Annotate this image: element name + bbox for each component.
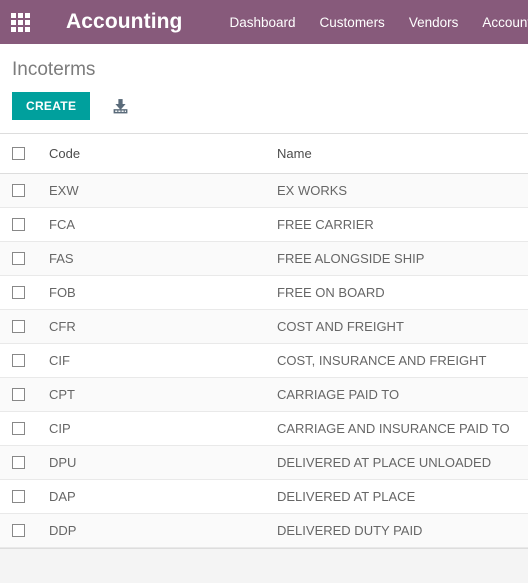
table-row[interactable]: FAS FREE ALONGSIDE SHIP xyxy=(0,242,528,276)
import-records-button[interactable] xyxy=(110,96,130,116)
list-view: Code Name EXW EX WORKS FCA FREE CARRIER … xyxy=(0,134,528,583)
select-all-cell xyxy=(0,134,49,174)
breadcrumb: Incoterms xyxy=(12,44,516,84)
row-select-cell xyxy=(0,480,49,514)
row-checkbox[interactable] xyxy=(12,490,25,503)
cell-name: DELIVERED DUTY PAID xyxy=(277,514,528,548)
row-select-cell xyxy=(0,242,49,276)
nav-item-dashboard[interactable]: Dashboard xyxy=(230,15,296,30)
cell-code: FOB xyxy=(49,276,277,310)
row-checkbox[interactable] xyxy=(12,456,25,469)
column-header-name[interactable]: Name xyxy=(277,134,528,174)
nav-item-customers[interactable]: Customers xyxy=(320,15,385,30)
row-checkbox[interactable] xyxy=(12,388,25,401)
cell-name: FREE CARRIER xyxy=(277,208,528,242)
row-checkbox[interactable] xyxy=(12,320,25,333)
cell-code: CIF xyxy=(49,344,277,378)
cell-code: FAS xyxy=(49,242,277,276)
row-select-cell xyxy=(0,310,49,344)
control-panel: Incoterms CREATE xyxy=(0,44,528,134)
cell-code: DDP xyxy=(49,514,277,548)
list-footer-filler xyxy=(0,548,528,583)
cell-name: COST, INSURANCE AND FREIGHT xyxy=(277,344,528,378)
table-row[interactable]: DAP DELIVERED AT PLACE xyxy=(0,480,528,514)
table-row[interactable]: CIP CARRIAGE AND INSURANCE PAID TO xyxy=(0,412,528,446)
table-header-row: Code Name xyxy=(0,134,528,174)
control-panel-buttons: CREATE xyxy=(12,84,516,133)
cell-name: FREE ALONGSIDE SHIP xyxy=(277,242,528,276)
row-select-cell xyxy=(0,514,49,548)
cell-code: CFR xyxy=(49,310,277,344)
cell-code: CPT xyxy=(49,378,277,412)
cell-name: DELIVERED AT PLACE UNLOADED xyxy=(277,446,528,480)
incoterms-table: Code Name EXW EX WORKS FCA FREE CARRIER … xyxy=(0,134,528,548)
cell-name: CARRIAGE PAID TO xyxy=(277,378,528,412)
cell-code: EXW xyxy=(49,174,277,208)
cell-name: DELIVERED AT PLACE xyxy=(277,480,528,514)
row-checkbox[interactable] xyxy=(12,524,25,537)
cell-code: DAP xyxy=(49,480,277,514)
main-menu: Dashboard Customers Vendors Accounting xyxy=(230,15,528,30)
row-select-cell xyxy=(0,344,49,378)
app-brand-title: Accounting xyxy=(66,10,183,34)
row-checkbox[interactable] xyxy=(12,184,25,197)
table-row[interactable]: CPT CARRIAGE PAID TO xyxy=(0,378,528,412)
nav-item-accounting[interactable]: Accounting xyxy=(482,15,528,30)
apps-menu-button[interactable] xyxy=(0,0,42,44)
cell-name: CARRIAGE AND INSURANCE PAID TO xyxy=(277,412,528,446)
table-body: EXW EX WORKS FCA FREE CARRIER FAS FREE A… xyxy=(0,174,528,548)
create-button[interactable]: CREATE xyxy=(12,92,90,120)
page-title: Incoterms xyxy=(12,58,95,82)
cell-code: DPU xyxy=(49,446,277,480)
import-download-icon xyxy=(112,98,129,115)
row-select-cell xyxy=(0,412,49,446)
cell-name: EX WORKS xyxy=(277,174,528,208)
row-checkbox[interactable] xyxy=(12,286,25,299)
table-header: Code Name xyxy=(0,134,528,174)
row-select-cell xyxy=(0,276,49,310)
row-select-cell xyxy=(0,446,49,480)
table-row[interactable]: CIF COST, INSURANCE AND FREIGHT xyxy=(0,344,528,378)
row-select-cell xyxy=(0,378,49,412)
cell-name: FREE ON BOARD xyxy=(277,276,528,310)
nav-item-vendors[interactable]: Vendors xyxy=(409,15,459,30)
top-navbar: Accounting Dashboard Customers Vendors A… xyxy=(0,0,528,44)
table-row[interactable]: FOB FREE ON BOARD xyxy=(0,276,528,310)
select-all-checkbox[interactable] xyxy=(12,147,25,160)
grid-apps-icon xyxy=(11,13,32,32)
table-row[interactable]: DDP DELIVERED DUTY PAID xyxy=(0,514,528,548)
row-checkbox[interactable] xyxy=(12,252,25,265)
column-header-code[interactable]: Code xyxy=(49,134,277,174)
row-checkbox[interactable] xyxy=(12,354,25,367)
table-row[interactable]: CFR COST AND FREIGHT xyxy=(0,310,528,344)
row-checkbox[interactable] xyxy=(12,218,25,231)
row-checkbox[interactable] xyxy=(12,422,25,435)
cell-name: COST AND FREIGHT xyxy=(277,310,528,344)
cell-code: FCA xyxy=(49,208,277,242)
table-row[interactable]: EXW EX WORKS xyxy=(0,174,528,208)
table-row[interactable]: FCA FREE CARRIER xyxy=(0,208,528,242)
table-row[interactable]: DPU DELIVERED AT PLACE UNLOADED xyxy=(0,446,528,480)
row-select-cell xyxy=(0,174,49,208)
row-select-cell xyxy=(0,208,49,242)
cell-code: CIP xyxy=(49,412,277,446)
